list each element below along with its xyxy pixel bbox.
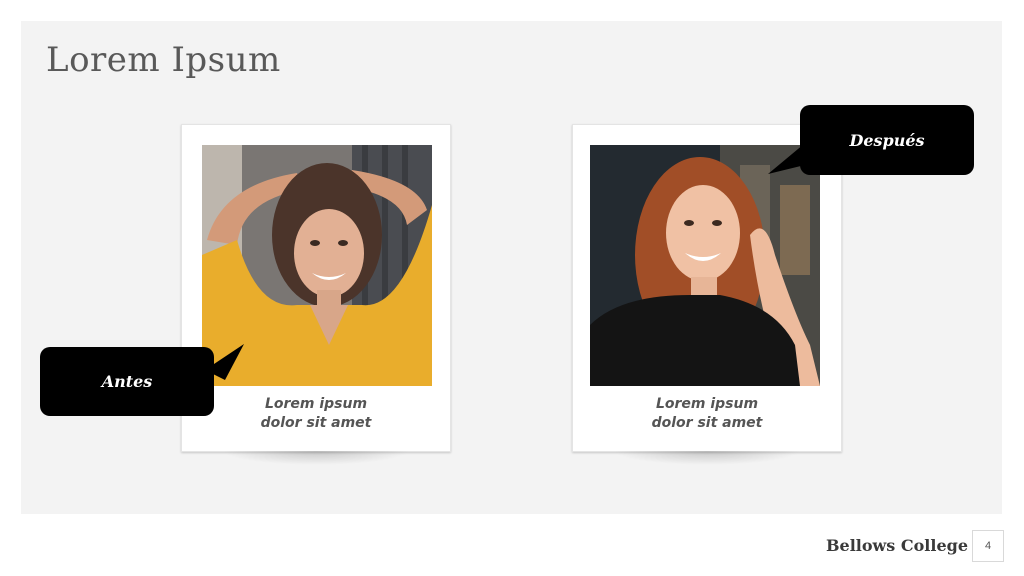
callout-after: Después xyxy=(800,105,974,175)
footer-organization: Bellows College xyxy=(826,536,968,555)
photo-card-before: Lorem ipsum dolor sit amet xyxy=(181,124,451,465)
caption-line-2: dolor sit amet xyxy=(651,415,763,431)
callout-before: Antes xyxy=(40,347,214,416)
photo-caption-after: Lorem ipsum dolor sit amet xyxy=(573,395,841,433)
caption-line-1: Lorem ipsum xyxy=(655,396,759,412)
slide-canvas xyxy=(21,21,1002,514)
caption-line-1: Lorem ipsum xyxy=(264,396,368,412)
photo-caption-before: Lorem ipsum dolor sit amet xyxy=(182,395,450,433)
callout-before-label: Antes xyxy=(101,372,153,391)
caption-line-2: dolor sit amet xyxy=(260,415,372,431)
page-number: 4 xyxy=(972,530,1004,562)
photo-woman-red-hair xyxy=(590,145,820,386)
card-shadow xyxy=(222,451,410,465)
slide-title: Lorem Ipsum xyxy=(46,40,281,80)
callout-after-label: Después xyxy=(849,130,925,150)
page-number-label: 4 xyxy=(984,540,992,552)
card-shadow xyxy=(613,451,801,465)
